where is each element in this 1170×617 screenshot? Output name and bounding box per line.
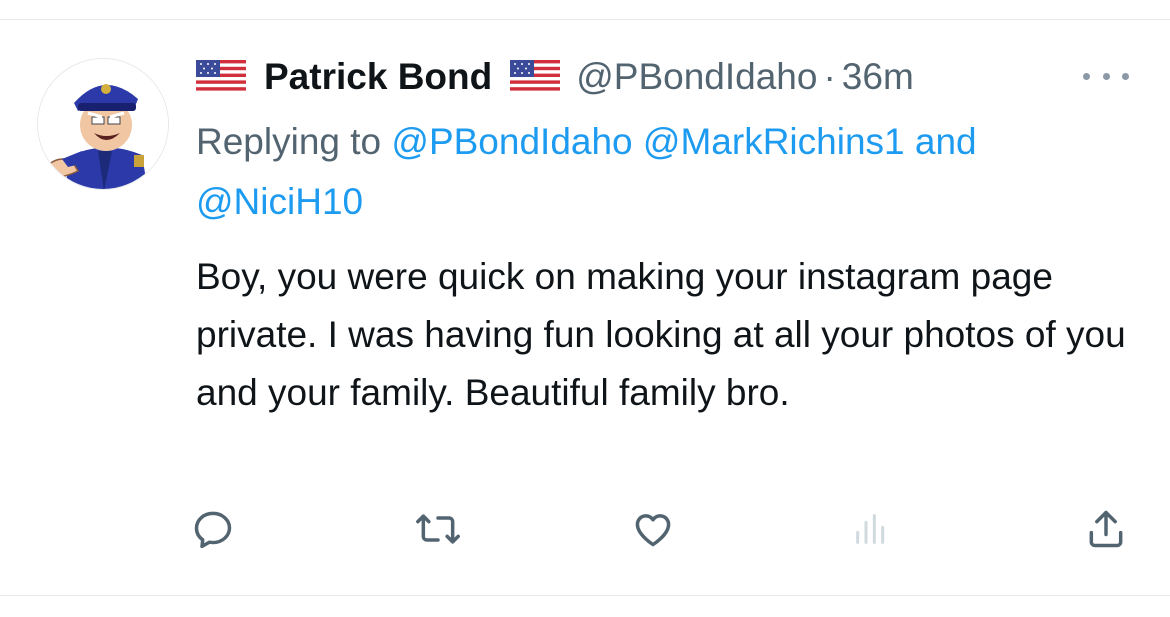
more-dot xyxy=(1083,72,1090,80)
like-icon xyxy=(635,514,671,547)
more-dot xyxy=(1102,72,1110,80)
display-name[interactable]: Patrick Bond xyxy=(264,56,492,98)
tweet-text: Boy, you were quick on making your insta… xyxy=(196,256,1126,413)
reply-icon xyxy=(194,511,232,549)
mention-link[interactable]: @NiciH10 xyxy=(196,181,363,222)
reply-button[interactable] xyxy=(188,503,238,555)
bottom-divider xyxy=(0,595,1170,596)
reply-and[interactable]: and xyxy=(915,121,977,162)
share-button[interactable] xyxy=(1081,503,1131,555)
user-handle[interactable]: @PBondIdaho xyxy=(576,56,817,98)
mention-link[interactable]: @MarkRichins1 xyxy=(643,121,905,162)
separator-dot: · xyxy=(823,56,836,97)
more-dot xyxy=(1122,72,1129,80)
views-icon xyxy=(856,514,885,544)
share-icon xyxy=(1089,510,1123,548)
top-divider xyxy=(0,19,1170,20)
reply-prefix: Replying to xyxy=(196,121,382,162)
like-button[interactable] xyxy=(628,503,678,555)
retweet-icon xyxy=(416,514,460,544)
us-flag-icon xyxy=(196,60,246,94)
tweet-action-bar xyxy=(0,503,1170,555)
more-options-icon[interactable] xyxy=(1083,64,1129,88)
mention-link[interactable]: @PBondIdaho xyxy=(391,121,632,162)
reply-context: Replying to @PBondIdaho @MarkRichins1 an… xyxy=(196,112,1146,232)
avatar[interactable] xyxy=(37,58,169,190)
tweet-timestamp[interactable]: 36m xyxy=(842,56,914,98)
views-button[interactable] xyxy=(846,503,896,555)
retweet-button[interactable] xyxy=(413,503,463,555)
tweet-header: Patrick Bond @PBondIdaho · 36m xyxy=(196,52,914,102)
us-flag-icon xyxy=(510,60,561,94)
police-officer-avatar-icon xyxy=(38,59,168,189)
